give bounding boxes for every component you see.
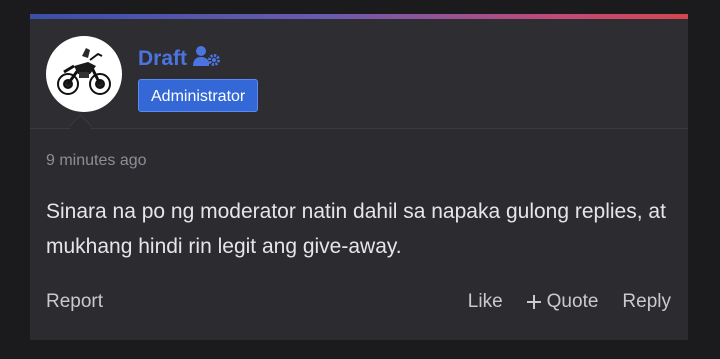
motorcycle-avatar-icon xyxy=(57,48,111,95)
role-badge: Administrator xyxy=(138,79,259,112)
like-button[interactable]: Like xyxy=(468,291,503,313)
avatar[interactable] xyxy=(46,36,122,112)
quote-button[interactable]: Quote xyxy=(526,291,599,313)
plus-icon xyxy=(526,295,541,309)
username-row: Draft xyxy=(138,45,221,72)
page: Draft Administrator 9 minutes ago Sinara… xyxy=(0,0,720,359)
user-cog-icon xyxy=(193,45,221,72)
post-header: Draft Administrator xyxy=(30,19,688,129)
post-timestamp[interactable]: 9 minutes ago xyxy=(46,151,147,171)
forum-post: Draft Administrator 9 minutes ago Sinara… xyxy=(30,14,688,340)
quote-label: Quote xyxy=(546,291,599,312)
report-button[interactable]: Report xyxy=(46,291,103,313)
post-actions: Report Like Quote Reply xyxy=(46,290,671,314)
post-body: Sinara na po ng moderator natin dahil sa… xyxy=(46,200,666,258)
reply-button[interactable]: Reply xyxy=(622,291,671,313)
username-link[interactable]: Draft xyxy=(138,47,187,71)
